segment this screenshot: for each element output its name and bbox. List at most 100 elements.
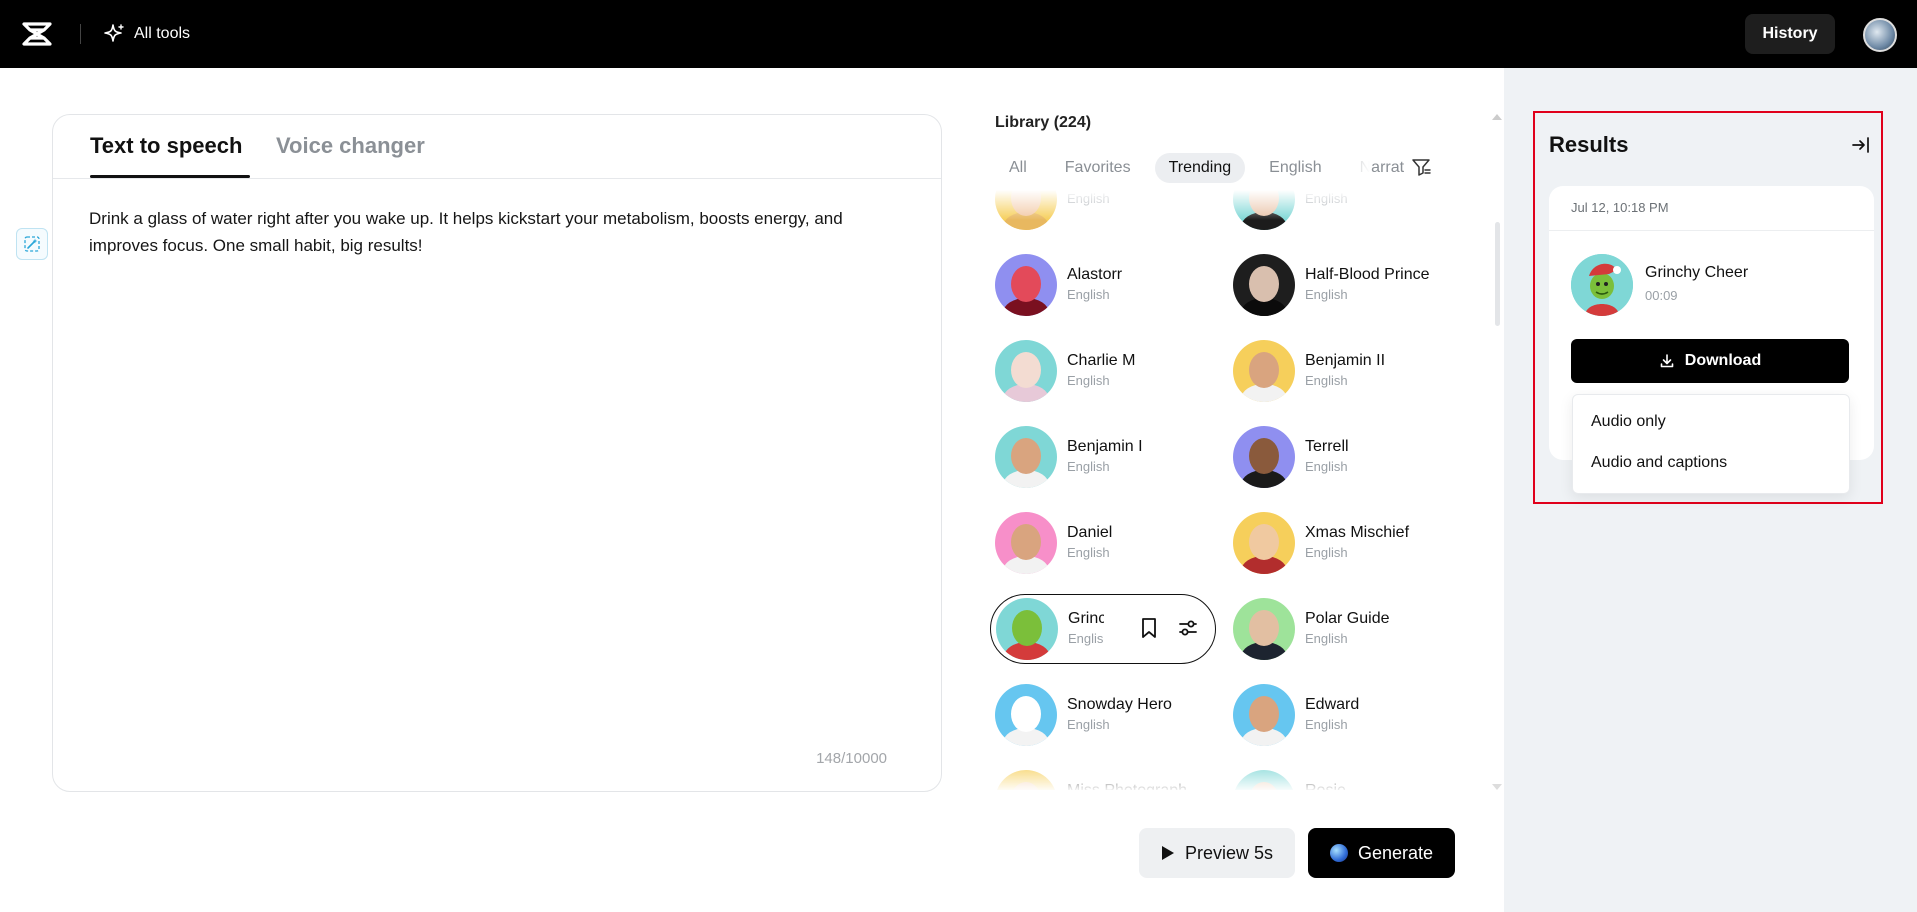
voice-meta: Charlie M English — [1067, 351, 1135, 391]
voice-item[interactable]: Daniel English — [990, 508, 1220, 578]
voice-meta: Daniel English — [1067, 523, 1112, 563]
voice-language: English — [1305, 717, 1348, 732]
filters-fade — [1330, 152, 1370, 184]
voice-language: English — [1067, 287, 1110, 302]
voice-item[interactable]: Terrell English — [1228, 422, 1458, 492]
avatar-head — [1249, 696, 1279, 732]
user-avatar[interactable] — [1863, 18, 1897, 52]
filter-english[interactable]: English — [1255, 153, 1335, 183]
voice-name: Half-Blood Prince — [1305, 266, 1430, 283]
avatar-head — [1249, 352, 1279, 388]
voice-item[interactable]: Xmas Mischief English — [1228, 508, 1458, 578]
play-icon — [1161, 846, 1174, 860]
voice-meta: Half-Blood Prince English — [1305, 265, 1430, 305]
voice-meta: Benjamin II English — [1305, 351, 1385, 391]
voice-name: Benjamin II — [1305, 352, 1386, 369]
voice-language: English — [1067, 717, 1110, 732]
voice-avatar — [995, 254, 1057, 316]
all-tools-label: All tools — [134, 25, 191, 42]
voice-item-actions — [1139, 617, 1199, 639]
library-title: Library (224) — [995, 114, 1092, 131]
topbar-divider — [80, 24, 81, 44]
voice-meta: Edward English — [1305, 695, 1359, 735]
filter-funnel-icon[interactable] — [1410, 156, 1432, 178]
voice-avatar — [995, 426, 1057, 488]
voice-language: English — [1068, 631, 1104, 646]
avatar-head — [1249, 524, 1279, 560]
result-duration: 00:09 — [1645, 288, 1678, 303]
voice-avatar — [1233, 254, 1295, 316]
history-button[interactable]: History — [1745, 14, 1835, 54]
voice-avatar — [1233, 598, 1295, 660]
download-label: Download — [1684, 352, 1762, 369]
voice-meta: Benjamin I English — [1067, 437, 1143, 477]
voice-avatar — [996, 598, 1058, 660]
voice-list[interactable]: English English Alastorr English Half-Blood … — [990, 190, 1460, 790]
voice-meta: Xmas Mischief English — [1305, 523, 1409, 563]
voice-name: Terrell — [1305, 438, 1349, 455]
voice-settings-sliders-icon[interactable] — [1177, 617, 1199, 639]
voice-item[interactable]: Half-Blood Prince English — [1228, 250, 1458, 320]
voice-name: Grinchy Cheer — [1068, 610, 1104, 627]
script-textarea[interactable]: Drink a glass of water right after you w… — [89, 205, 909, 259]
result-date: Jul 12, 10:18 PM — [1571, 200, 1669, 215]
voice-meta: Alastorr English — [1067, 265, 1122, 305]
avatar-head — [1011, 266, 1041, 302]
voice-avatar — [1233, 426, 1295, 488]
generate-button[interactable]: Generate — [1308, 828, 1455, 878]
generate-label: Generate — [1357, 842, 1434, 863]
voice-avatar — [995, 340, 1057, 402]
result-voice-avatar[interactable] — [1571, 254, 1633, 316]
download-audio-and-captions[interactable]: Audio and captions — [1591, 454, 1727, 472]
all-tools-button[interactable]: All tools — [104, 20, 190, 48]
bookmark-icon[interactable] — [1139, 617, 1159, 639]
preview-button[interactable]: Preview 5s — [1139, 828, 1295, 878]
voice-item[interactable]: Charlie M English — [990, 336, 1220, 406]
voice-item[interactable]: Snowday Hero English — [990, 680, 1220, 750]
avatar-head — [1011, 438, 1041, 474]
voice-avatar — [995, 512, 1057, 574]
tab-voice-changer[interactable]: Voice changer — [276, 133, 425, 159]
download-audio-only[interactable]: Audio only — [1591, 413, 1666, 431]
tab-text-to-speech[interactable]: Text to speech — [90, 133, 242, 159]
generate-orb-icon — [1329, 844, 1348, 862]
preview-label: Preview 5s — [1184, 842, 1274, 863]
voice-name: Charlie M — [1067, 352, 1136, 369]
voice-item[interactable]: Grinchy Cheer English — [990, 594, 1216, 664]
voice-item[interactable]: Edward English — [1228, 680, 1458, 750]
filter-trending[interactable]: Trending — [1154, 153, 1246, 183]
voice-item[interactable]: Alastorr English — [990, 250, 1220, 320]
voice-language: English — [1305, 545, 1348, 560]
voice-avatar — [1233, 340, 1295, 402]
list-fade-top — [990, 190, 1460, 220]
voice-language: English — [1067, 373, 1110, 388]
collapse-panel-icon[interactable] — [1850, 134, 1872, 156]
active-tab-indicator — [90, 175, 250, 178]
voice-item[interactable]: Polar Guide English — [1228, 594, 1458, 664]
voice-language: English — [1067, 459, 1110, 474]
scroll-down-arrow[interactable] — [1492, 784, 1502, 790]
avatar-head — [1249, 438, 1279, 474]
voice-avatar — [995, 684, 1057, 746]
filter-all[interactable]: All — [995, 153, 1041, 183]
voice-language: English — [1067, 545, 1110, 560]
voice-name: Alastorr — [1067, 266, 1123, 283]
voice-language: English — [1305, 631, 1348, 646]
avatar-head — [1249, 610, 1279, 646]
voice-name: Edward — [1305, 696, 1360, 713]
download-options-menu: Audio only Audio and captions — [1572, 394, 1850, 494]
voice-avatar — [1233, 512, 1295, 574]
voice-item[interactable]: Benjamin I English — [990, 422, 1220, 492]
voice-meta: Grinchy Cheer English — [1068, 609, 1104, 649]
grinch-avatar-image — [1571, 254, 1633, 316]
capcut-logo-icon[interactable] — [20, 20, 54, 48]
voice-meta: Terrell English — [1305, 437, 1349, 477]
magic-wand-button[interactable] — [16, 228, 48, 260]
voice-list-scrollbar[interactable] — [1495, 222, 1500, 326]
voice-name: Daniel — [1067, 524, 1113, 541]
voice-item[interactable]: Benjamin II English — [1228, 336, 1458, 406]
download-button[interactable]: Download — [1571, 339, 1849, 383]
filter-favorites[interactable]: Favorites — [1051, 153, 1145, 183]
scroll-up-arrow[interactable] — [1492, 114, 1502, 120]
voice-name: Xmas Mischief — [1305, 524, 1410, 541]
